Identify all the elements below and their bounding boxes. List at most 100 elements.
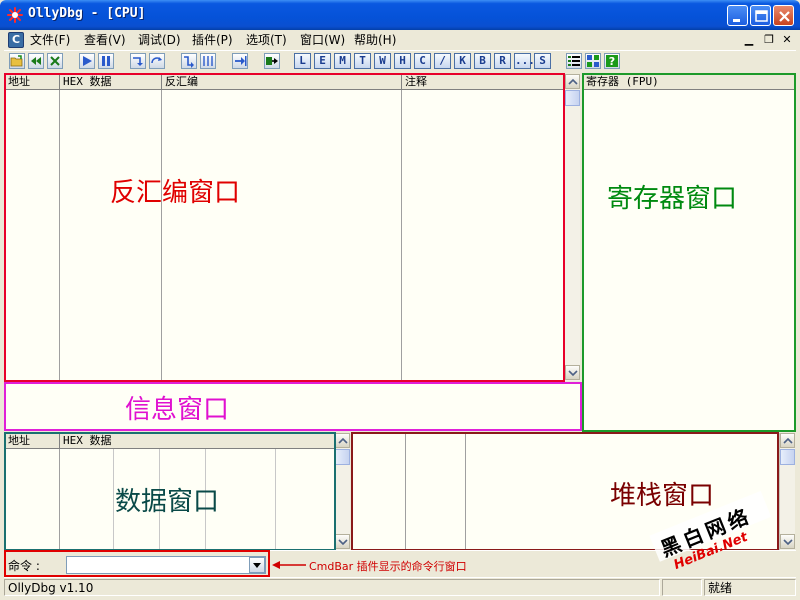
registers-window-label: 寄存器窗口 xyxy=(607,184,738,214)
arrow-up-icon xyxy=(783,437,793,444)
menu-plugins[interactable]: 插件(P) xyxy=(192,32,233,48)
trace-over-button[interactable] xyxy=(200,53,216,69)
cpu-window-icon[interactable]: C xyxy=(8,32,24,48)
column-divider xyxy=(275,449,276,550)
threads-window-button[interactable]: T xyxy=(354,53,371,69)
return-icon xyxy=(235,56,247,66)
disassembly-scrollbar[interactable] xyxy=(564,74,580,381)
col-comment[interactable]: 注释 xyxy=(402,74,564,90)
column-divider xyxy=(405,433,406,550)
col-hex-data[interactable]: HEX 数据 xyxy=(60,74,162,90)
source-window-button[interactable]: S xyxy=(534,53,551,69)
scroll-down-button[interactable] xyxy=(565,365,580,380)
windows-window-button[interactable]: W xyxy=(374,53,391,69)
restart-button[interactable] xyxy=(28,53,44,69)
handles-window-button[interactable]: H xyxy=(394,53,411,69)
appearance-button[interactable] xyxy=(585,53,601,69)
list-icon xyxy=(568,56,580,66)
registers-title[interactable]: 寄存器 (FPU) xyxy=(583,74,795,90)
memory-window-button[interactable]: M xyxy=(334,53,351,69)
play-icon xyxy=(83,56,92,66)
menu-debug[interactable]: 调试(D) xyxy=(138,32,181,48)
title-bar[interactable]: OllyDbg - [CPU] xyxy=(0,0,800,30)
column-divider xyxy=(161,90,162,380)
step-into-button[interactable] xyxy=(130,53,146,69)
arrow-left-icon xyxy=(272,561,306,569)
go-to-origin-button[interactable] xyxy=(264,53,280,69)
patches-window-button[interactable]: / xyxy=(434,53,451,69)
maximize-icon xyxy=(755,10,768,22)
scroll-up-button[interactable] xyxy=(335,433,350,448)
registers-pane[interactable]: 寄存器 (FPU) 寄存器窗口 xyxy=(583,74,795,431)
column-divider xyxy=(113,449,114,550)
dump-col-hex-data[interactable]: HEX 数据 xyxy=(60,433,334,449)
disassembly-window-label: 反汇编窗口 xyxy=(110,178,241,208)
arrow-down-icon xyxy=(338,539,348,546)
modules-window-button[interactable]: E xyxy=(314,53,331,69)
dump-pane[interactable]: 地址 HEX 数据 数据窗口 xyxy=(5,433,350,550)
scroll-thumb[interactable] xyxy=(335,449,350,465)
scroll-up-button[interactable] xyxy=(780,433,795,448)
command-dropdown-button[interactable] xyxy=(249,557,265,573)
close-program-button[interactable] xyxy=(47,53,63,69)
toolbar: L E M T W H C / K B R ... S ? xyxy=(4,50,796,70)
column-divider xyxy=(401,90,402,380)
info-pane[interactable]: 信息窗口 xyxy=(5,383,580,430)
menu-view[interactable]: 查看(V) xyxy=(84,32,126,48)
scroll-up-button[interactable] xyxy=(565,74,580,89)
debugging-options-button[interactable] xyxy=(566,53,582,69)
command-input[interactable] xyxy=(66,556,266,574)
dump-window-label: 数据窗口 xyxy=(115,487,220,517)
execute-till-return-button[interactable] xyxy=(232,53,248,69)
step-over-button[interactable] xyxy=(149,53,165,69)
pause-button[interactable] xyxy=(98,53,114,69)
call-stack-button[interactable]: K xyxy=(454,53,471,69)
menu-file[interactable]: 文件(F) xyxy=(30,32,70,48)
run-button[interactable] xyxy=(79,53,95,69)
col-disassembly[interactable]: 反汇编 xyxy=(162,74,402,90)
breakpoints-window-button[interactable]: B xyxy=(474,53,491,69)
maximize-button[interactable] xyxy=(750,5,771,26)
log-window-button[interactable]: L xyxy=(294,53,311,69)
dump-col-address[interactable]: 地址 xyxy=(5,433,60,449)
minimize-button[interactable] xyxy=(727,5,748,26)
scroll-thumb[interactable] xyxy=(565,90,580,106)
run-trace-button[interactable]: ... xyxy=(514,53,535,69)
arrow-up-icon xyxy=(338,437,348,444)
open-button[interactable] xyxy=(9,53,25,69)
stack-window-label: 堆栈窗口 xyxy=(610,481,715,511)
arrow-up-icon xyxy=(568,78,578,85)
dump-scrollbar[interactable] xyxy=(334,433,350,550)
disassembly-pane[interactable]: 地址 HEX 数据 反汇编 注释 反汇编窗口 xyxy=(5,74,580,381)
menu-window[interactable]: 窗口(W) xyxy=(300,32,345,48)
command-label: 命令 : xyxy=(8,559,40,573)
trace-into-button[interactable] xyxy=(181,53,197,69)
col-address[interactable]: 地址 xyxy=(5,74,60,90)
references-window-button[interactable]: R xyxy=(494,53,511,69)
cpu-window-button[interactable]: C xyxy=(414,53,431,69)
pause-icon xyxy=(102,56,110,66)
goto-icon xyxy=(266,57,278,65)
menu-options[interactable]: 选项(T) xyxy=(246,32,287,48)
scroll-down-button[interactable] xyxy=(335,534,350,549)
mdi-close-icon[interactable]: ✕ xyxy=(779,32,795,48)
dropdown-arrow-icon xyxy=(253,563,261,568)
column-divider xyxy=(59,449,60,550)
disassembly-header: 地址 HEX 数据 反汇编 注释 xyxy=(5,74,564,90)
cmdbar-annotation: CmdBar 插件显示的命令行窗口 xyxy=(309,560,467,573)
step-over-icon xyxy=(151,57,162,64)
mdi-restore-icon[interactable]: ❐ xyxy=(761,32,777,48)
registers-header: 寄存器 (FPU) xyxy=(583,74,795,90)
close-button[interactable] xyxy=(773,5,794,26)
mdi-minimize-icon[interactable]: ▁ xyxy=(741,32,757,48)
folder-open-icon xyxy=(10,55,23,67)
dump-header: 地址 HEX 数据 xyxy=(5,433,334,449)
help-icon: ? xyxy=(606,55,618,68)
bug-icon xyxy=(7,7,23,23)
close-x-icon xyxy=(50,56,60,66)
menu-help[interactable]: 帮助(H) xyxy=(354,32,396,48)
rewind-icon xyxy=(31,57,41,65)
close-icon xyxy=(779,11,790,22)
scroll-thumb[interactable] xyxy=(780,449,795,465)
help-button[interactable]: ? xyxy=(604,53,620,69)
